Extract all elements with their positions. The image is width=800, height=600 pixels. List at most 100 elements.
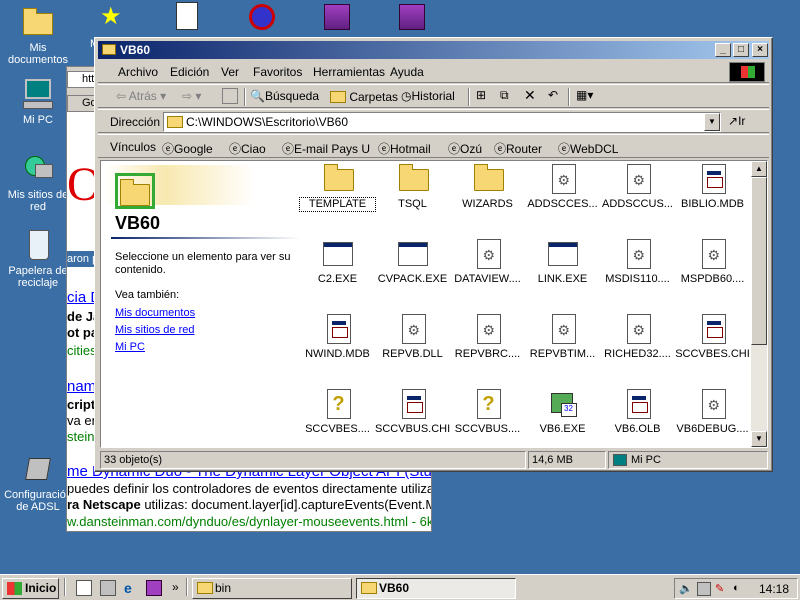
link-hotmail[interactable]: ⓔHotmail [378,140,431,157]
folders-button[interactable]: Carpetas [330,89,398,104]
file-item[interactable]: WIZARDS [450,163,525,211]
file-name: LINK.EXE [537,273,588,285]
file-item[interactable]: REPVB.DLL [375,313,450,361]
link-webdcl[interactable]: ⓔWebDCL [558,140,618,157]
menu-archivo[interactable]: Archivo [118,65,158,79]
browser-address-fragment[interactable]: htt [67,71,97,88]
scroll-down-button[interactable]: ▼ [751,431,767,447]
tray-app-icon[interactable]: ◐ [733,582,747,596]
file-item[interactable]: SCCVBES.CHI [675,313,750,361]
desktop-icon-label: Configuración de ADSL [4,489,72,513]
task-button-vb60[interactable]: VB60 [356,578,516,599]
desktop-icon-adsl[interactable]: Configuración de ADSL [0,452,76,513]
desktop-icon-papelera[interactable]: Papelera de reciclaje [0,228,76,289]
chevron-down-icon[interactable]: ▼ [704,113,720,131]
menu-edicion[interactable]: Edición [170,65,209,79]
file-name: DATAVIEW.... [454,273,521,285]
views-icon[interactable]: ▦▾ [576,88,593,102]
address-input[interactable]: C:\WINDOWS\Escritorio\VB60 ▼ [163,112,721,132]
desktop-icon-mi-pc[interactable]: Mi PC [0,77,76,126]
file-item[interactable]: MSDIS110.... [600,238,675,286]
file-item[interactable]: ? SCCVBES.... [300,388,375,436]
file-item[interactable]: ? SCCVBUS.... [450,388,525,436]
title-bar[interactable]: VB60 _ □ × [98,41,769,59]
ie-page-icon: ⓔ [378,142,391,156]
file-item[interactable]: LINK.EXE [525,238,600,286]
task-button-bin[interactable]: bin [192,578,352,599]
file-item[interactable]: 32 VB6.EXE [525,388,600,436]
menu-herramientas[interactable]: Herramientas [313,65,385,79]
show-desktop-icon[interactable] [76,580,92,596]
file-item[interactable]: REPVBTIM... [525,313,600,361]
menu-favoritos[interactable]: Favoritos [253,65,302,79]
move-to-icon[interactable]: ⊞ [476,88,486,102]
close-button[interactable]: × [752,43,768,57]
winrar-icon[interactable] [395,0,431,34]
search-button[interactable]: 🔍Búsqueda [250,89,319,103]
file-name: TSQL [398,198,427,210]
notepad-icon[interactable] [170,0,206,34]
go-button[interactable]: ↗Ir [728,114,745,128]
file-item[interactable]: TSQL [375,163,450,211]
menu-ver[interactable]: Ver [221,65,239,79]
up-folder-icon[interactable] [222,88,238,104]
internet-explorer-icon[interactable]: e [124,580,140,596]
file-item[interactable]: ADDSCCES... [525,163,600,211]
app-shortcut-icon[interactable] [245,0,281,34]
winrar-icon[interactable] [320,0,356,34]
copy-to-icon[interactable]: ⧉ [500,88,509,103]
back-button[interactable]: ⇦ Atrás ▾ [116,89,166,103]
winrar-icon[interactable] [146,580,162,596]
file-name: TEMPLATE [299,197,376,212]
file-item[interactable]: ADDSCCUS... [600,163,675,211]
menu-ayuda[interactable]: Ayuda [390,65,424,79]
undo-icon[interactable]: ↶ [548,88,558,102]
link-google[interactable]: ⓔGoogle [162,140,213,157]
links-bar: Vínculos ⓔGoogle ⓔCiao ⓔE-mail Pays U ⓔH… [98,134,769,158]
desktop-icon-mis-sitios-de-red[interactable]: Mis sitios de red [0,152,76,213]
explorer-icon[interactable] [100,580,116,596]
browser-google-fragment[interactable]: Go [67,95,97,112]
desktop-icon-mis-documentos[interactable]: Mis documentos [0,5,76,66]
file-item[interactable]: TEMPLATE [299,163,376,212]
link-ozu[interactable]: ⓔOzú [448,140,482,157]
file-item[interactable]: REPVBRC.... [450,313,525,361]
file-item[interactable]: DATAVIEW.... [450,238,525,286]
delete-icon[interactable]: ✕ [524,87,536,104]
link-email[interactable]: ⓔE-mail Pays U [282,140,370,157]
folder-icon [167,116,183,128]
link-mis-sitios-de-red[interactable]: Mis sitios de red [115,324,194,336]
vertical-scrollbar[interactable]: ▲ ▼ [751,161,767,447]
file-item[interactable]: SCCVBUS.CHI [375,388,450,436]
maximize-button[interactable]: □ [733,43,749,57]
file-item[interactable]: VB6.OLB [600,388,675,436]
link-mi-pc[interactable]: Mi PC [115,341,145,353]
links-label: Vínculos [110,140,157,154]
file-name: ADDSCCUS... [602,198,673,210]
file-name: WIZARDS [462,198,513,210]
explorer-window[interactable]: VB60 _ □ × Archivo Edición Ver Favoritos… [94,37,773,472]
file-item[interactable]: NWIND.MDB [300,313,375,361]
network-tray-icon[interactable] [697,582,711,596]
folder-view[interactable]: VB60 Seleccione un elemento para ver su … [100,160,768,448]
file-item[interactable]: VB6DEBUG.... [675,388,750,436]
link-ciao[interactable]: ⓔCiao [229,140,266,157]
forward-button[interactable]: ⇨ ▾ [182,89,201,103]
tray-app-icon[interactable]: ✎ [715,582,729,596]
file-item[interactable]: MSPDB60.... [675,238,750,286]
scroll-thumb[interactable] [751,177,767,345]
link-mis-documentos[interactable]: Mis documentos [115,307,195,319]
history-button[interactable]: ◷Historial [401,89,455,103]
link-router[interactable]: ⓔRouter [494,140,542,157]
file-item[interactable]: BIBLIO.MDB [675,163,750,211]
minimize-button[interactable]: _ [715,43,731,57]
file-item[interactable]: RICHED32.... [600,313,675,361]
file-item[interactable]: CVPACK.EXE [375,238,450,286]
shortcut-star-icon[interactable]: ★ M [90,0,132,51]
desktop-icon-label: Papelera de reciclaje [8,265,68,289]
start-button[interactable]: Inicio [2,578,59,599]
scroll-up-button[interactable]: ▲ [751,161,767,177]
file-item[interactable]: C2.EXE [300,238,375,286]
volume-icon[interactable]: 🔈 [679,582,693,596]
file-name: NWIND.MDB [305,348,370,360]
